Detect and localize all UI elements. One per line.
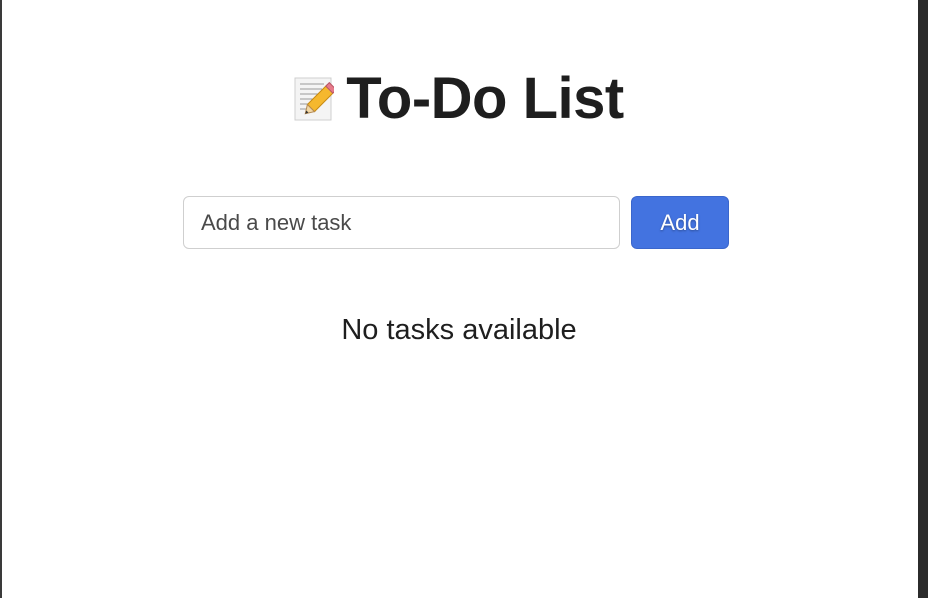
memo-pencil-icon [294, 75, 338, 123]
add-task-button[interactable]: Add [631, 196, 729, 249]
new-task-input[interactable] [183, 196, 620, 249]
page-header: To-Do List [0, 66, 918, 132]
page-title: To-Do List [346, 66, 624, 131]
add-task-form: Add [183, 196, 729, 249]
app-window: To-Do List Add No tasks available [0, 0, 928, 598]
window-border-right [918, 0, 928, 598]
empty-tasks-message: No tasks available [341, 314, 577, 346]
